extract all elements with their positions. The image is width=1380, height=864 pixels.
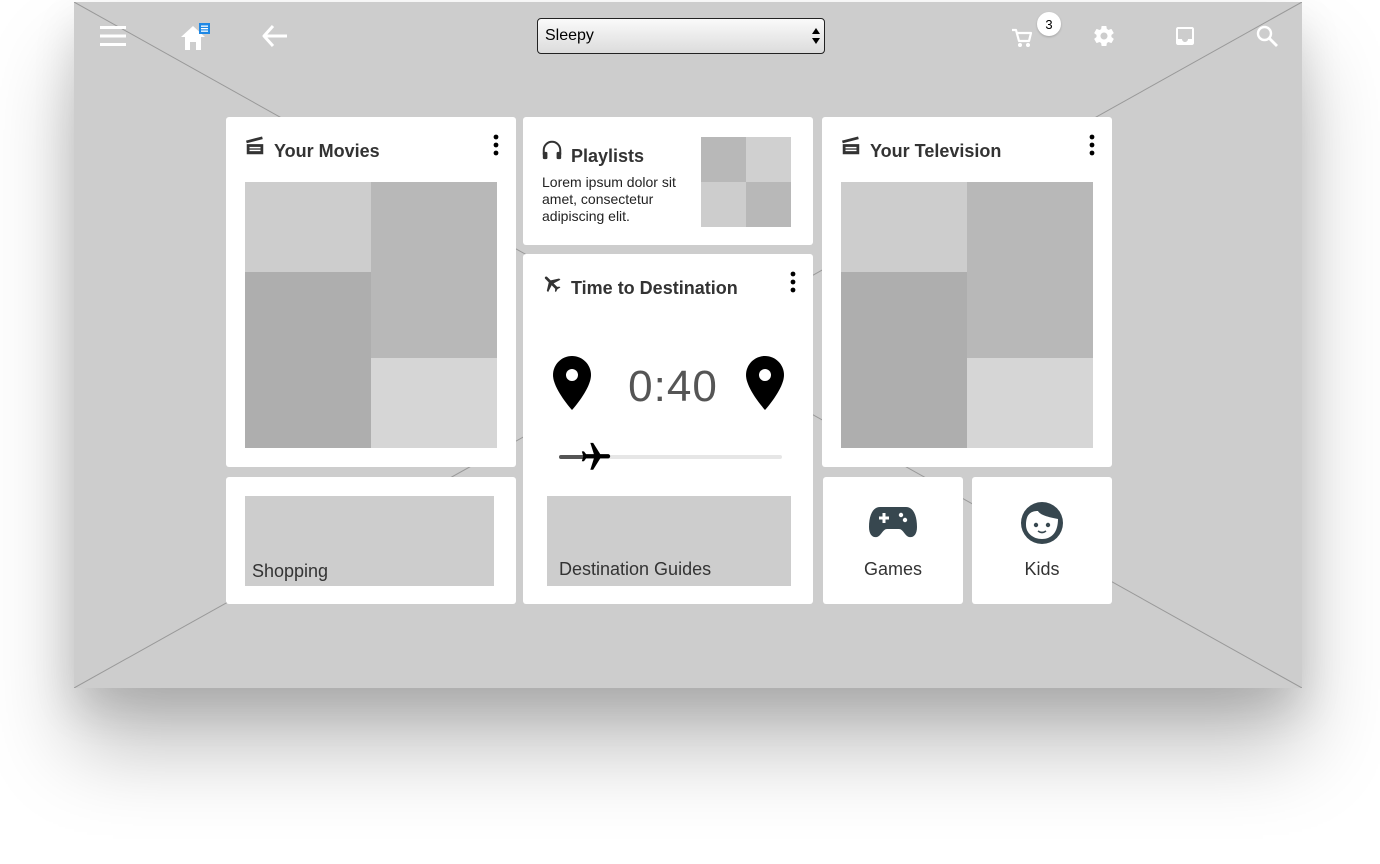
film-icon <box>842 136 860 155</box>
shopping-card[interactable]: Shopping <box>226 477 516 604</box>
playlists-card[interactable]: Playlists Lorem ipsum dolor sit amet, co… <box>523 117 813 245</box>
kids-label: Kids <box>1024 559 1060 579</box>
games-label: Games <box>863 559 923 579</box>
television-title: Your Television <box>870 141 1002 161</box>
mode-select[interactable]: Sleepy <box>537 18 825 54</box>
destination-guides-label: Destination Guides <box>559 559 712 579</box>
more-options-icon[interactable] <box>1084 133 1100 157</box>
playlist-thumbnail <box>701 182 746 227</box>
television-card[interactable]: Your Television <box>822 117 1112 467</box>
origin-pin-icon <box>553 356 591 410</box>
destination-card: Time to Destination 0:40 Destination Gui… <box>523 254 813 604</box>
tv-tile[interactable] <box>841 272 967 448</box>
gear-icon[interactable] <box>1084 16 1124 56</box>
search-icon[interactable] <box>1247 16 1287 56</box>
shopping-tile[interactable]: Shopping <box>245 496 494 586</box>
playlist-thumbnail <box>746 182 791 227</box>
tv-tile[interactable] <box>967 182 1093 358</box>
more-options-icon[interactable] <box>785 270 801 294</box>
film-icon <box>246 136 264 155</box>
more-options-icon[interactable] <box>488 133 504 157</box>
airplane-icon <box>544 276 561 293</box>
app-screen: Sleepy 3 Your Movies Playlists Lorem ips… <box>74 2 1302 688</box>
movie-tile[interactable] <box>245 182 371 272</box>
shopping-label: Shopping <box>252 561 329 581</box>
playlists-description: Lorem ipsum dolor sit amet, consectetur … <box>542 174 676 224</box>
kid-face-icon <box>1021 502 1063 544</box>
mode-select-value: Sleepy <box>545 27 594 44</box>
time-remaining: 0:40 <box>628 362 718 411</box>
movies-title: Your Movies <box>274 141 380 161</box>
select-arrows-icon <box>812 28 820 44</box>
back-icon[interactable] <box>255 16 295 56</box>
inbox-icon[interactable] <box>1165 16 1205 56</box>
tv-tile[interactable] <box>841 182 967 272</box>
destination-pin-icon <box>746 356 784 410</box>
headphones-icon <box>542 140 562 160</box>
airplane-progress-icon <box>581 442 611 470</box>
kids-card[interactable]: Kids <box>972 477 1112 604</box>
destination-title: Time to Destination <box>571 278 738 298</box>
cart-count-badge: 3 <box>1037 12 1061 36</box>
cart-icon[interactable] <box>1002 18 1042 58</box>
movie-tile[interactable] <box>245 272 371 448</box>
tv-tile[interactable] <box>967 358 1093 448</box>
destination-guides-tile[interactable]: Destination Guides <box>547 496 791 586</box>
playlists-title: Playlists <box>571 146 645 166</box>
menu-icon[interactable] <box>93 16 133 56</box>
playlist-thumbnail <box>701 137 746 182</box>
movie-tile[interactable] <box>371 182 497 358</box>
playlist-thumbnail <box>746 137 791 182</box>
home-icon[interactable] <box>175 16 215 56</box>
movie-tile[interactable] <box>371 358 497 448</box>
top-bar: Sleepy 3 <box>74 2 1302 74</box>
games-card[interactable]: Games <box>823 477 963 604</box>
movies-card[interactable]: Your Movies <box>226 117 516 467</box>
gamepad-icon <box>869 507 917 538</box>
